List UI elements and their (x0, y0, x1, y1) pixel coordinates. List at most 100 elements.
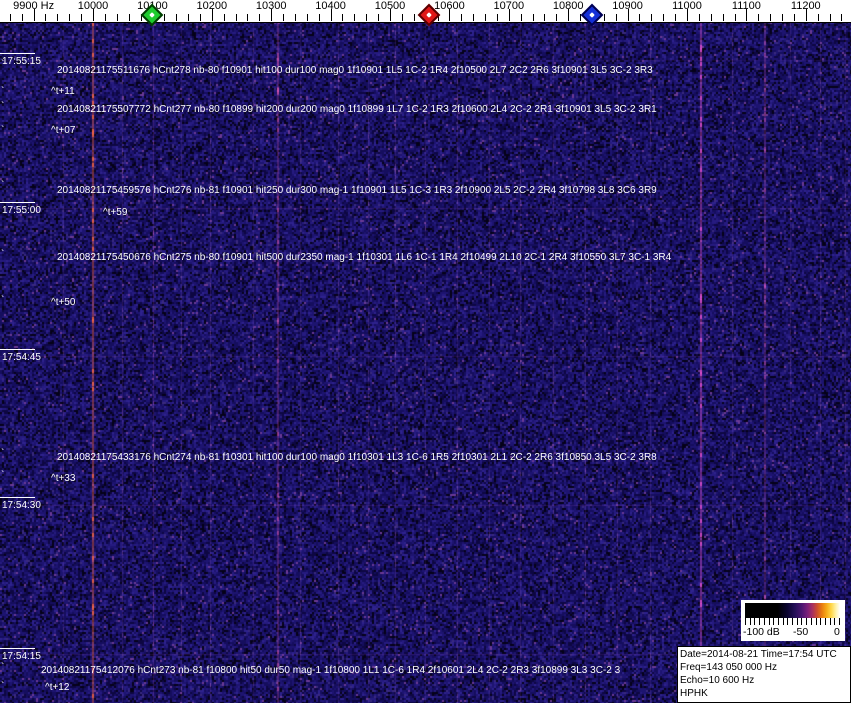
legend-label-max: 0 (834, 626, 840, 638)
frequency-tick (21, 14, 23, 21)
legend-tick (777, 618, 779, 625)
frequency-tick (9, 14, 11, 21)
legend-tick (759, 618, 761, 625)
legend-tick (796, 618, 798, 625)
frequency-tick (473, 14, 475, 21)
frequency-tick (496, 14, 498, 21)
frequency-tick (306, 14, 308, 21)
legend-tick (839, 618, 840, 625)
marker-center-dot (425, 12, 432, 18)
frequency-tick (639, 14, 641, 21)
frequency-tick (675, 14, 677, 21)
marker-center-dot (149, 12, 156, 18)
frequency-tick (366, 14, 368, 21)
frequency-tick (841, 14, 843, 21)
frequency-tick (81, 14, 83, 21)
spectrogram-canvas (0, 22, 851, 703)
legend-tick (763, 618, 765, 625)
frequency-label: 10000 (77, 0, 109, 12)
frequency-tick (698, 14, 700, 21)
frequency-tick (176, 14, 178, 21)
legend-tick (820, 618, 822, 625)
frequency-label: 10700 (493, 0, 525, 12)
frequency-tick (294, 14, 296, 21)
legend-tick (745, 618, 746, 625)
frequency-label: 10800 (552, 0, 584, 12)
info-date-time: Date=2014-08-21 Time=17:54 UTC (680, 649, 837, 660)
frequency-tick (615, 14, 617, 21)
frequency-tick (603, 14, 605, 21)
frequency-label: 11100 (731, 0, 761, 12)
info-echo-frequency: Echo=10 600 Hz (680, 675, 755, 686)
frequency-tick (401, 14, 403, 21)
frequency-tick (378, 14, 380, 21)
frequency-tick (283, 14, 285, 21)
legend-tick (810, 618, 812, 625)
frequency-tick (532, 14, 534, 21)
frequency-label: 10200 (196, 0, 228, 12)
info-frequency: Freq=143 050 000 Hz (680, 662, 778, 673)
frequency-tick (259, 14, 261, 21)
frequency-tick (722, 14, 724, 21)
meteor-echo-spectrogram-window: 9900 Hz100001010010200103001040010500106… (0, 0, 851, 703)
frequency-label: 10300 (255, 0, 287, 12)
frequency-tick (485, 14, 487, 21)
colormap-gradient (745, 603, 841, 618)
frequency-tick (413, 14, 415, 21)
frequency-tick (235, 14, 237, 21)
frequency-tick (116, 14, 118, 21)
status-info-box: Date=2014-08-21 Time=17:54 UTC Freq=143 … (677, 646, 851, 703)
legend-tick (754, 618, 756, 625)
frequency-tick (758, 14, 760, 21)
frequency-tick (223, 14, 225, 21)
frequency-tick (69, 14, 71, 21)
frequency-tick (793, 14, 795, 21)
frequency-label: 11000 (672, 0, 702, 12)
legend-tick (815, 618, 817, 625)
frequency-label: 10900 (612, 0, 643, 12)
frequency-tick (817, 14, 819, 21)
frequency-tick (247, 14, 249, 21)
legend-tick (829, 618, 831, 625)
frequency-label: 11200 (790, 0, 821, 12)
frequency-tick (318, 14, 320, 21)
legend-tick (801, 618, 803, 625)
frequency-tick (45, 14, 47, 21)
frequency-label: 10400 (315, 0, 346, 12)
legend-tick (773, 618, 775, 625)
frequency-tick (354, 14, 356, 21)
blue-marker-diamond-icon[interactable] (580, 3, 604, 27)
frequency-tick (199, 14, 201, 21)
legend-label-min: -100 dB (743, 626, 780, 638)
frequency-tick (544, 14, 546, 21)
frequency-tick (461, 14, 463, 21)
legend-label-mid: -50 (793, 626, 809, 638)
legend-tick (768, 618, 770, 625)
frequency-tick (734, 14, 736, 21)
frequency-tick (651, 14, 653, 21)
legend-tick (834, 618, 836, 625)
frequency-label: 10600 (434, 0, 465, 12)
legend-tick (824, 618, 826, 625)
db-color-scale: -100 dB -50 0 (741, 600, 845, 641)
info-station-id: HPHK (680, 688, 708, 699)
frequency-tick (342, 14, 344, 21)
frequency-label: 9900 Hz (13, 0, 55, 12)
frequency-tick (188, 14, 190, 21)
legend-tick (806, 618, 808, 625)
frequency-tick (104, 14, 106, 21)
frequency-tick (128, 14, 130, 21)
frequency-tick (556, 14, 558, 21)
frequency-tick (57, 14, 59, 21)
legend-tick (787, 618, 789, 625)
legend-tick (782, 618, 784, 625)
frequency-tick (164, 14, 166, 21)
marker-center-dot (589, 12, 595, 18)
legend-tick (749, 618, 751, 625)
legend-tick (792, 618, 793, 625)
frequency-tick (663, 14, 665, 21)
frequency-label: 10500 (374, 0, 406, 12)
frequency-tick (520, 14, 522, 21)
frequency-ruler: 9900 Hz100001010010200103001040010500106… (0, 0, 851, 27)
frequency-tick (770, 14, 772, 21)
